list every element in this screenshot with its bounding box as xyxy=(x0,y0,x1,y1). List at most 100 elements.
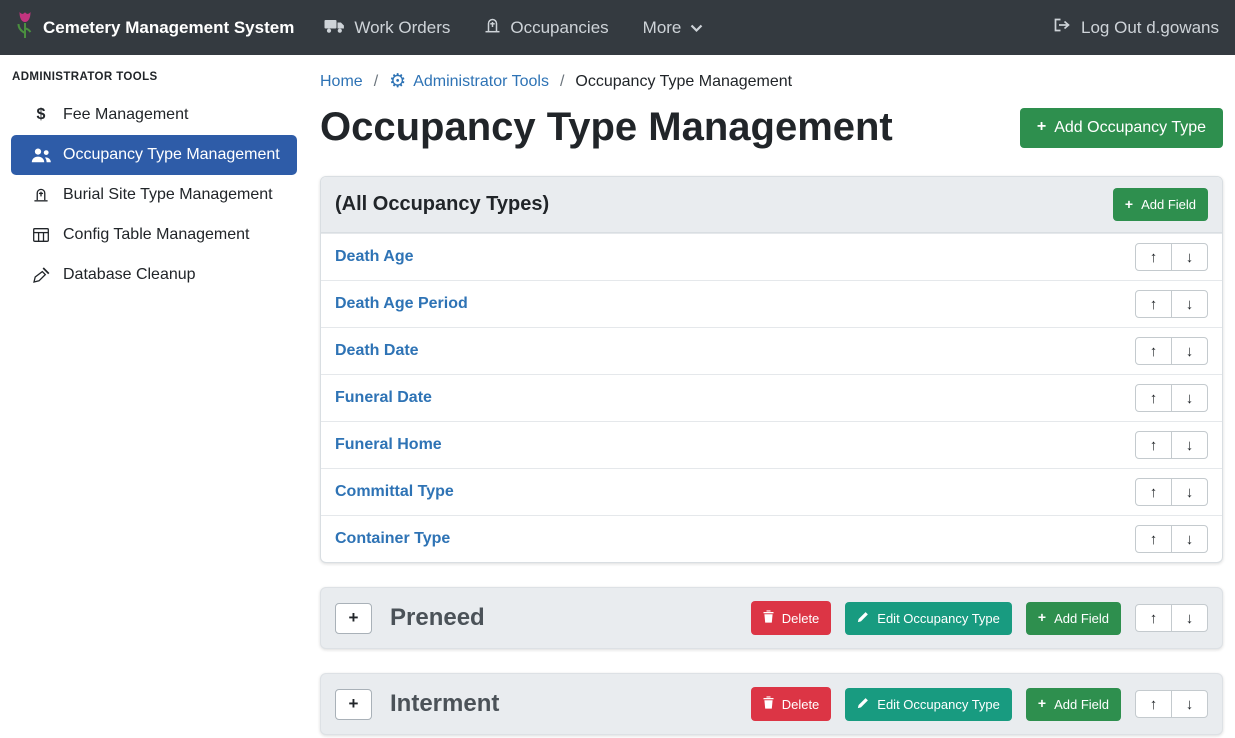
field-link-death-age[interactable]: Death Age xyxy=(335,248,414,266)
reorder-button-group: ↑ ↓ xyxy=(1135,431,1208,459)
nav-more-label: More xyxy=(643,18,682,38)
add-occupancy-type-label: Add Occupancy Type xyxy=(1054,119,1206,137)
sidebar-item-config-table-management[interactable]: Config Table Management xyxy=(11,215,297,255)
expand-button[interactable]: + xyxy=(335,603,372,634)
nav-work-orders-label: Work Orders xyxy=(354,18,450,38)
field-link-container-type[interactable]: Container Type xyxy=(335,530,450,548)
logout-label: Log Out d.gowans xyxy=(1081,18,1219,38)
move-up-button[interactable]: ↑ xyxy=(1135,604,1172,632)
app-title: Cemetery Management System xyxy=(43,18,294,38)
title-row: Occupancy Type Management + Add Occupanc… xyxy=(320,105,1223,150)
breadcrumb-administrator-tools[interactable]: ⚙ Administrator Tools xyxy=(389,72,549,91)
dollar-icon: $ xyxy=(30,106,52,124)
field-row: Funeral Home ↑ ↓ xyxy=(321,421,1222,468)
move-down-button[interactable]: ↓ xyxy=(1171,690,1208,718)
move-down-button[interactable]: ↓ xyxy=(1171,478,1208,506)
edit-occupancy-type-button[interactable]: Edit Occupancy Type xyxy=(845,688,1012,721)
logout-icon xyxy=(1053,17,1072,38)
move-down-button[interactable]: ↓ xyxy=(1171,337,1208,365)
headstone-icon xyxy=(484,17,501,39)
field-link-death-age-period[interactable]: Death Age Period xyxy=(335,295,468,313)
nav-work-orders[interactable]: Work Orders xyxy=(324,17,450,39)
plus-icon: + xyxy=(1038,698,1046,709)
delete-label: Delete xyxy=(782,697,820,712)
table-icon xyxy=(30,228,52,242)
app-brand-link[interactable]: Cemetery Management System xyxy=(16,10,294,45)
edit-occupancy-type-button[interactable]: Edit Occupancy Type xyxy=(845,602,1012,635)
plus-icon: + xyxy=(1038,612,1046,623)
move-up-button[interactable]: ↑ xyxy=(1135,384,1172,412)
delete-button[interactable]: Delete xyxy=(751,601,832,635)
reorder-button-group: ↑ ↓ xyxy=(1135,384,1208,412)
pencil-icon xyxy=(857,697,869,712)
breadcrumb-home[interactable]: Home xyxy=(320,73,363,91)
sidebar-item-label: Config Table Management xyxy=(63,226,250,244)
sidebar-item-burial-site-type-management[interactable]: Burial Site Type Management xyxy=(11,175,297,215)
move-down-button[interactable]: ↓ xyxy=(1171,604,1208,632)
page-title: Occupancy Type Management xyxy=(320,105,893,150)
headstone-icon xyxy=(30,187,52,203)
move-down-button[interactable]: ↓ xyxy=(1171,290,1208,318)
move-up-button[interactable]: ↑ xyxy=(1135,337,1172,365)
add-field-button[interactable]: + Add Field xyxy=(1113,188,1208,221)
breadcrumb-home-label: Home xyxy=(320,73,363,91)
field-link-death-date[interactable]: Death Date xyxy=(335,342,419,360)
breadcrumb-admin-tools-label: Administrator Tools xyxy=(413,73,549,91)
field-row: Death Age Period ↑ ↓ xyxy=(321,280,1222,327)
nav-occupancies-label: Occupancies xyxy=(510,18,608,38)
reorder-button-group: ↑ ↓ xyxy=(1135,290,1208,318)
all-occupancy-types-card: (All Occupancy Types) + Add Field Death … xyxy=(320,176,1223,563)
sidebar-item-database-cleanup[interactable]: Database Cleanup xyxy=(11,255,297,295)
add-field-button[interactable]: + Add Field xyxy=(1026,602,1121,635)
nav-occupancies[interactable]: Occupancies xyxy=(484,17,608,39)
broom-icon xyxy=(30,267,52,283)
add-field-button[interactable]: + Add Field xyxy=(1026,688,1121,721)
sidebar: Administrator Tools $ Fee Management Occ… xyxy=(0,55,308,738)
section-interment: + Interment Delete Edit Occupancy Type + xyxy=(320,673,1223,735)
sidebar-item-fee-management[interactable]: $ Fee Management xyxy=(11,95,297,135)
field-row: Committal Type ↑ ↓ xyxy=(321,468,1222,515)
add-field-label: Add Field xyxy=(1054,611,1109,626)
sidebar-heading: Administrator Tools xyxy=(0,55,308,95)
move-down-button[interactable]: ↓ xyxy=(1171,431,1208,459)
plus-icon: + xyxy=(1125,199,1133,210)
field-link-funeral-date[interactable]: Funeral Date xyxy=(335,389,432,407)
breadcrumb-separator: / xyxy=(560,73,564,91)
add-occupancy-type-button[interactable]: + Add Occupancy Type xyxy=(1020,108,1223,148)
section-title: Interment xyxy=(390,690,737,718)
gear-icon: ⚙ xyxy=(389,72,406,91)
card-header: (All Occupancy Types) + Add Field xyxy=(321,177,1222,233)
move-up-button[interactable]: ↑ xyxy=(1135,243,1172,271)
move-up-button[interactable]: ↑ xyxy=(1135,431,1172,459)
breadcrumb-current: Occupancy Type Management xyxy=(575,73,792,91)
move-down-button[interactable]: ↓ xyxy=(1171,243,1208,271)
field-row: Death Age ↑ ↓ xyxy=(321,233,1222,280)
expand-button[interactable]: + xyxy=(335,689,372,720)
move-down-button[interactable]: ↓ xyxy=(1171,384,1208,412)
logout-link[interactable]: Log Out d.gowans xyxy=(1053,17,1219,38)
reorder-button-group: ↑ ↓ xyxy=(1135,478,1208,506)
breadcrumb: Home / ⚙ Administrator Tools / Occupancy… xyxy=(320,55,1223,101)
reorder-button-group: ↑ ↓ xyxy=(1135,604,1208,632)
add-field-label: Add Field xyxy=(1141,197,1196,212)
move-up-button[interactable]: ↑ xyxy=(1135,290,1172,318)
card-title: (All Occupancy Types) xyxy=(335,193,549,216)
reorder-button-group: ↑ ↓ xyxy=(1135,690,1208,718)
delete-button[interactable]: Delete xyxy=(751,687,832,721)
plus-icon: + xyxy=(1037,121,1046,134)
trash-icon xyxy=(763,610,774,626)
move-up-button[interactable]: ↑ xyxy=(1135,690,1172,718)
sidebar-item-label: Fee Management xyxy=(63,106,188,124)
move-down-button[interactable]: ↓ xyxy=(1171,525,1208,553)
field-link-funeral-home[interactable]: Funeral Home xyxy=(335,436,442,454)
nav-more[interactable]: More xyxy=(643,18,704,38)
reorder-button-group: ↑ ↓ xyxy=(1135,243,1208,271)
tulip-icon xyxy=(16,10,34,45)
move-up-button[interactable]: ↑ xyxy=(1135,478,1172,506)
field-link-committal-type[interactable]: Committal Type xyxy=(335,483,454,501)
move-up-button[interactable]: ↑ xyxy=(1135,525,1172,553)
breadcrumb-separator: / xyxy=(374,73,378,91)
edit-occupancy-type-label: Edit Occupancy Type xyxy=(877,697,1000,712)
sidebar-item-label: Database Cleanup xyxy=(63,266,196,284)
sidebar-item-occupancy-type-management[interactable]: Occupancy Type Management xyxy=(11,135,297,175)
